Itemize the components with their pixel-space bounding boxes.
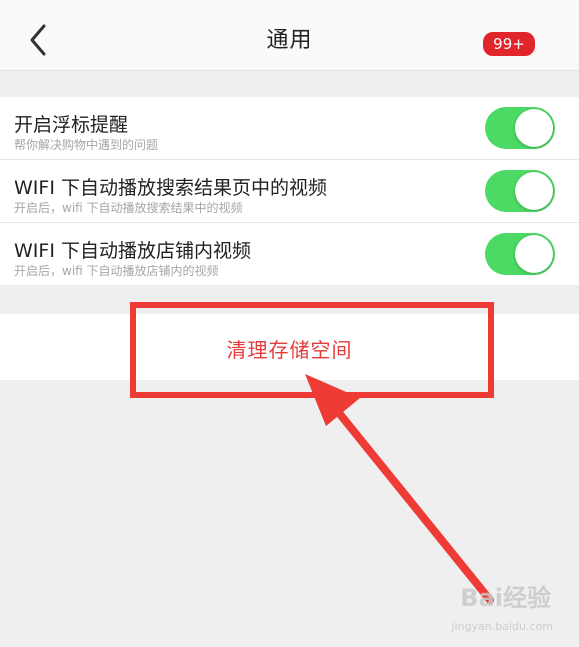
- setting-title: 开启浮标提醒: [14, 114, 129, 136]
- autoplay-search-video-toggle[interactable]: [485, 170, 555, 212]
- baidu-watermark: Bai经验: [460, 584, 551, 612]
- settings-list: 开启浮标提醒 帮你解决购物中遇到的问题 WIFI 下自动播放搜索结果页中的视频 …: [0, 97, 579, 285]
- autoplay-shop-video-toggle[interactable]: [485, 233, 555, 275]
- annotation-highlight-box: [130, 302, 494, 398]
- top-bar: 通用 99+: [0, 0, 579, 71]
- notification-badge: 99+: [481, 30, 537, 58]
- more-button[interactable]: 99+: [481, 22, 551, 62]
- float-reminder-toggle[interactable]: [485, 107, 555, 149]
- setting-row-autoplay-shop-video: WIFI 下自动播放店铺内视频 开启后，wifi 下自动播放店铺内的视频: [0, 223, 579, 285]
- toggle-knob: [515, 109, 553, 147]
- setting-title: WIFI 下自动播放店铺内视频: [14, 240, 251, 262]
- setting-subtitle: 开启后，wifi 下自动播放店铺内的视频: [14, 264, 219, 278]
- setting-row-autoplay-search-video: WIFI 下自动播放搜索结果页中的视频 开启后，wifi 下自动播放搜索结果中的…: [0, 160, 579, 223]
- setting-subtitle: 开启后，wifi 下自动播放搜索结果中的视频: [14, 201, 243, 215]
- setting-subtitle: 帮你解决购物中遇到的问题: [14, 138, 159, 152]
- setting-row-float-reminder: 开启浮标提醒 帮你解决购物中遇到的问题: [0, 97, 579, 160]
- app-screen: 通用 99+ 开启浮标提醒 帮你解决购物中遇到的问题 WIFI 下自动播放搜索结…: [0, 0, 579, 647]
- toggle-knob: [515, 235, 553, 273]
- setting-title: WIFI 下自动播放搜索结果页中的视频: [14, 177, 327, 199]
- baidu-watermark-url: jingyan.baidu.com: [451, 620, 553, 633]
- toggle-knob: [515, 172, 553, 210]
